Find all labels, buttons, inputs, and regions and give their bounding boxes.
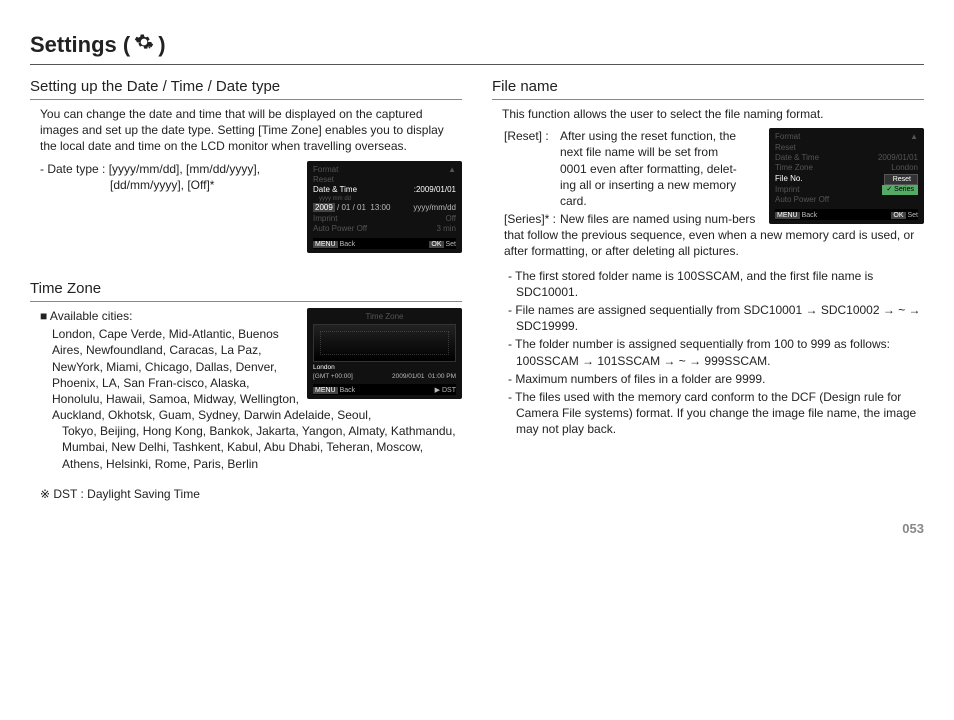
section-heading-filename: File name <box>492 77 924 97</box>
filename-notes: - The first stored folder name is 100SSC… <box>492 268 924 438</box>
world-map-icon <box>313 324 456 362</box>
title-divider <box>30 64 924 65</box>
section-heading-datetime: Setting up the Date / Time / Date type <box>30 77 462 97</box>
page-number: 053 <box>30 520 924 538</box>
gear-icon <box>134 30 154 60</box>
timezone-lcd-mock: Time Zone London[GMT +00:00] 2009/01/01 … <box>307 308 462 399</box>
datetime-lcd-mock: Format▲ Reset Date & Time:2009/01/01 yyy… <box>307 161 462 253</box>
section-heading-timezone: Time Zone <box>30 279 462 299</box>
datetime-intro: You can change the date and time that wi… <box>30 106 462 155</box>
filename-lcd-mock: Format▲ Reset Date & Time2009/01/01 Time… <box>769 128 924 224</box>
filename-intro: This function allows the user to select … <box>492 106 924 122</box>
cities-list-2: Tokyo, Beijing, Hong Kong, Bankok, Jakar… <box>52 423 462 472</box>
dst-note: ※ DST : Daylight Saving Time <box>30 486 462 502</box>
page-title: Settings ( ) <box>30 30 924 60</box>
